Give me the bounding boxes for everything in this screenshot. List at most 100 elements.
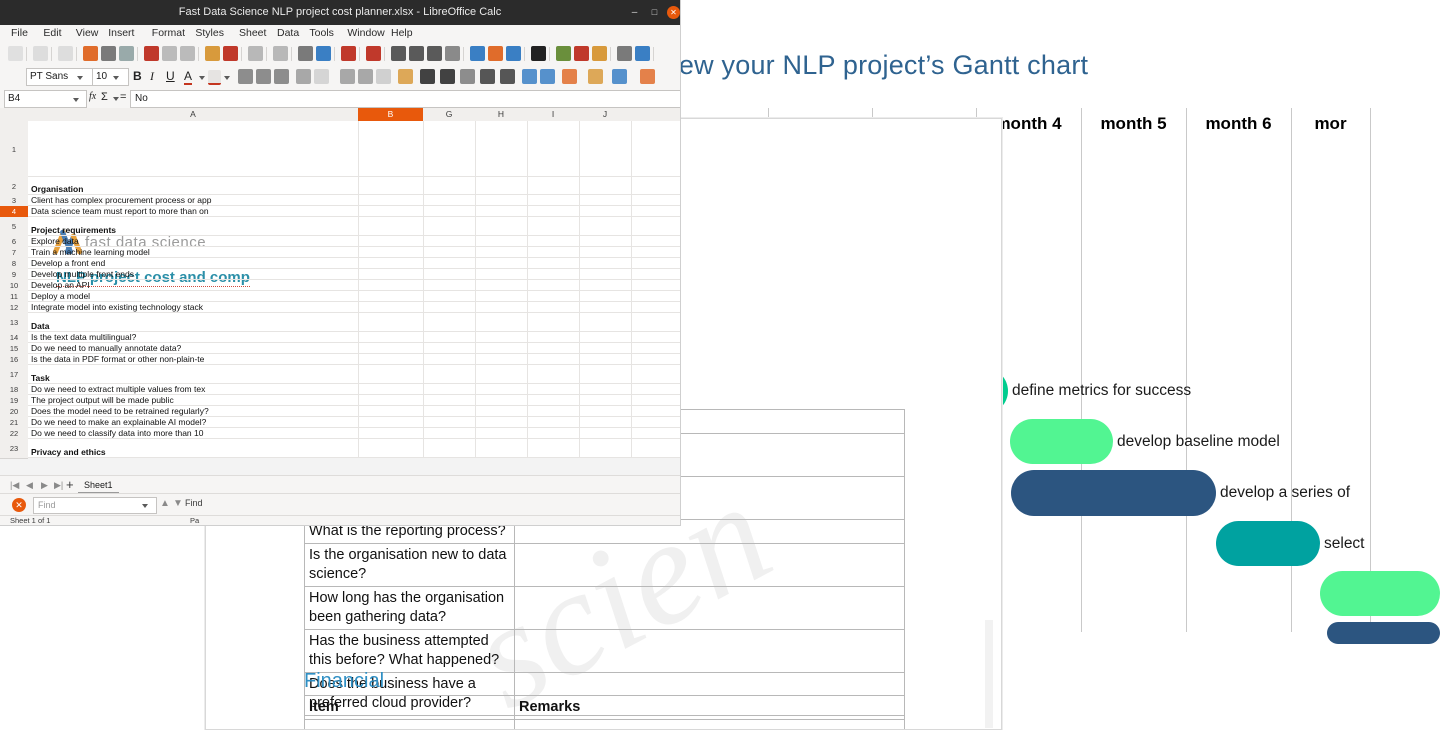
close-find-icon[interactable]: ✕ — [12, 498, 26, 512]
row-headers[interactable]: 1234567891011121314151617181920212223 — [0, 121, 29, 458]
gantt-bar-8[interactable] — [1216, 521, 1320, 566]
calc-main-toolbar[interactable] — [0, 42, 680, 67]
copy-icon[interactable] — [162, 46, 177, 61]
cell-A18[interactable]: Do we need to extract multiple values fr… — [28, 384, 680, 395]
cell-A17[interactable]: Task — [28, 365, 680, 384]
redo-icon[interactable] — [273, 46, 288, 61]
column-header-G[interactable]: G — [423, 108, 476, 121]
row-header-17[interactable]: 17 — [0, 365, 28, 385]
cell-A22[interactable]: Do we need to classify data into more th… — [28, 428, 680, 439]
font-color-chevron-down-icon[interactable] — [199, 76, 205, 80]
find-previous-icon[interactable]: ▲ — [160, 498, 170, 509]
font-size-chevron-down-icon[interactable] — [113, 76, 119, 80]
align-bottom-icon[interactable] — [376, 69, 391, 84]
filter-icon[interactable] — [445, 46, 460, 61]
cell-A14[interactable]: Is the text data multilingual? — [28, 332, 680, 343]
cell-A9[interactable]: Develop multiple front ends — [28, 269, 680, 280]
column-headers[interactable]: ABGHIJ — [0, 108, 680, 122]
gantt-bar-6[interactable] — [1010, 419, 1113, 464]
cell-A12[interactable]: Integrate model into existing technology… — [28, 302, 680, 313]
font-size-box[interactable]: 10 — [92, 68, 129, 86]
close-button[interactable]: ✕ — [667, 6, 680, 19]
sum-icon[interactable]: Σ — [101, 91, 108, 103]
menu-file[interactable]: File — [8, 25, 31, 42]
sort-icon[interactable] — [391, 46, 406, 61]
add-sheet-icon[interactable]: + — [66, 478, 74, 491]
next-sheet-icon[interactable]: ▶ — [41, 481, 48, 490]
cell-A11[interactable]: Deploy a model — [28, 291, 680, 302]
cell-A23[interactable]: Privacy and ethics — [28, 439, 680, 458]
cell-A2[interactable]: Organisation — [28, 177, 680, 195]
menu-view[interactable]: View — [73, 25, 102, 42]
font-name-chevron-down-icon[interactable] — [77, 76, 83, 80]
percent-icon[interactable] — [420, 69, 435, 84]
cell-A5[interactable]: Project requirements — [28, 217, 680, 236]
spelling-icon[interactable] — [316, 46, 331, 61]
menu-sheet[interactable]: Sheet — [236, 25, 269, 42]
calc-formula-bar[interactable]: B4 fx Σ = No — [0, 88, 680, 109]
sheet-tab-bar[interactable]: |◀ ◀ ▶ ▶| + Sheet1 — [0, 475, 680, 494]
cell-A19[interactable]: The project output will be made public — [28, 395, 680, 406]
formula-equals-icon[interactable]: = — [120, 91, 126, 103]
column-header-J[interactable]: J — [579, 108, 632, 121]
cut-icon[interactable] — [144, 46, 159, 61]
menu-window[interactable]: Window — [344, 25, 387, 42]
zoom-icon[interactable] — [119, 46, 134, 61]
menu-help[interactable]: Help — [388, 25, 416, 42]
add-decimal-icon[interactable] — [480, 69, 495, 84]
menu-tools[interactable]: Tools — [306, 25, 337, 42]
borders-icon[interactable] — [562, 69, 577, 84]
sum-chevron-down-icon[interactable] — [113, 97, 119, 101]
cell-A3[interactable]: Client has complex procurement process o… — [28, 195, 680, 206]
remove-decimal-icon[interactable] — [500, 69, 515, 84]
align-top-icon[interactable] — [340, 69, 355, 84]
undo-icon[interactable] — [248, 46, 263, 61]
hyperlink-icon[interactable] — [556, 46, 571, 61]
paste-icon[interactable] — [180, 46, 195, 61]
previous-sheet-icon[interactable]: ◀ — [26, 481, 33, 490]
cell-A8[interactable]: Develop a front end — [28, 258, 680, 269]
menu-data[interactable]: Data — [274, 25, 302, 42]
menu-insert[interactable]: Insert — [105, 25, 137, 42]
column-header-I[interactable]: I — [527, 108, 580, 121]
column-header-H[interactable]: H — [475, 108, 528, 121]
align-middle-icon[interactable] — [358, 69, 373, 84]
menu-styles[interactable]: Styles — [192, 25, 227, 42]
image-icon[interactable] — [506, 46, 521, 61]
column-header-B[interactable]: B — [358, 108, 424, 121]
row-header-2[interactable]: 2 — [0, 177, 28, 196]
gantt-bar-10[interactable] — [1327, 622, 1440, 644]
special-character-icon[interactable] — [531, 46, 546, 61]
row-header-23[interactable]: 23 — [0, 439, 28, 459]
merge-cells-icon[interactable] — [314, 69, 329, 84]
cell-A4[interactable]: Data science team must report to more th… — [28, 206, 680, 217]
row-header-1[interactable]: 1 — [0, 121, 28, 178]
border-color-icon[interactable] — [612, 69, 627, 84]
cell-A20[interactable]: Does the model need to be retrained regu… — [28, 406, 680, 417]
cell-A7[interactable]: Train a machine learning model — [28, 247, 680, 258]
align-right-icon[interactable] — [274, 69, 289, 84]
find-history-chevron-down-icon[interactable] — [142, 504, 148, 508]
menu-edit[interactable]: Edit — [40, 25, 64, 42]
chart-icon[interactable] — [488, 46, 503, 61]
document-scrollbar[interactable] — [985, 620, 993, 728]
highlight-color-icon[interactable] — [208, 70, 221, 85]
bold-icon[interactable]: B — [133, 69, 142, 83]
cell-A21[interactable]: Do we need to make an explainable AI mod… — [28, 417, 680, 428]
spreadsheet-grid[interactable]: fast data science NLP project cost and c… — [28, 121, 680, 458]
currency-icon[interactable] — [398, 69, 413, 84]
find-next-icon[interactable]: ▼ — [173, 498, 183, 509]
gantt-bar-7[interactable] — [1011, 470, 1216, 516]
cell-A1[interactable] — [28, 121, 680, 177]
decrease-indent-icon[interactable] — [522, 69, 537, 84]
cell-A13[interactable]: Data — [28, 313, 680, 332]
clear-formatting-icon[interactable] — [223, 46, 238, 61]
print-preview-icon[interactable] — [83, 46, 98, 61]
print-icon[interactable] — [101, 46, 116, 61]
sort-asc-icon[interactable] — [409, 46, 424, 61]
find-replace-icon[interactable] — [298, 46, 313, 61]
open-icon[interactable] — [33, 46, 48, 61]
row-icon[interactable] — [341, 46, 356, 61]
pivot-icon[interactable] — [470, 46, 485, 61]
align-left-icon[interactable] — [238, 69, 253, 84]
